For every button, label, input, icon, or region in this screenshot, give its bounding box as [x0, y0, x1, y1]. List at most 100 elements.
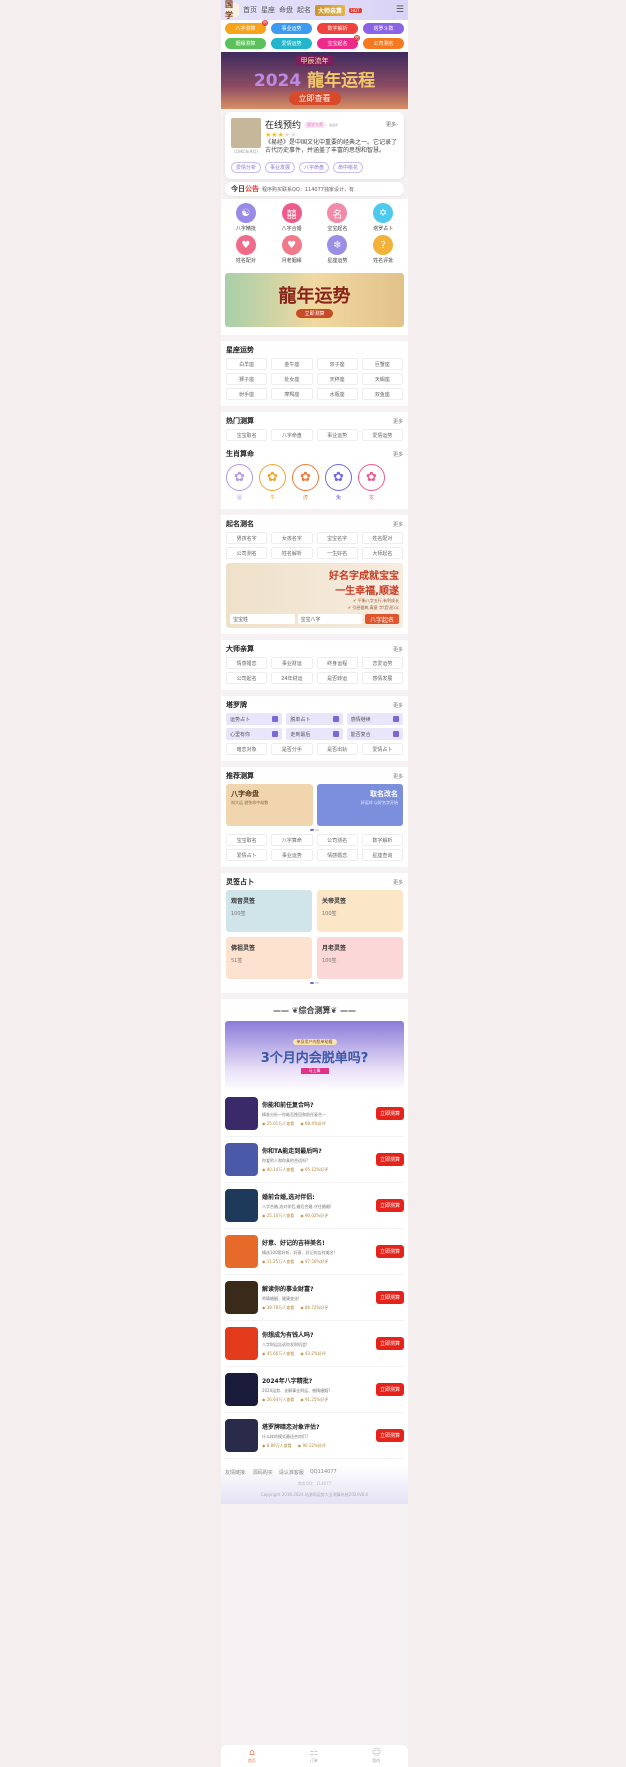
quick-pill[interactable]: 塔罗斗数 [363, 23, 404, 34]
chip-item[interactable]: 公司测名 [316, 834, 358, 846]
more-link[interactable]: 更多 [393, 451, 403, 458]
feature-item[interactable]: ♥ 姓名配对 [223, 235, 269, 264]
test-list-item[interactable]: 婚前合婚,选对伴侣: 八字合婚,选对伴侣,婚后合婚,守住婚姻! ◉ 25.10万人查… [225, 1183, 404, 1229]
tab-order[interactable]: ⚏ 订单 [310, 1748, 318, 1764]
nav-constellation[interactable]: 星座 [261, 5, 275, 15]
banner-button[interactable]: 马上算 [300, 1067, 329, 1074]
chip-item[interactable]: 女孩名字 [271, 532, 313, 544]
test-now-button[interactable]: 立即测算 [375, 1153, 404, 1166]
chip-item[interactable]: 大师起名 [361, 547, 403, 559]
quick-pill[interactable]: 事业运势 [271, 23, 312, 34]
nav-home[interactable]: 首页 [243, 5, 257, 15]
notice-bar[interactable]: 今日公告 程序购买联系QQ：114077独家设计，有 [225, 182, 404, 196]
feature-item[interactable]: ♥ 月老姻缘 [269, 235, 315, 264]
chip-item[interactable]: 事业财运 [271, 657, 313, 669]
feature-item[interactable]: 名宝宝起名 [315, 203, 361, 232]
chip-item[interactable]: 水瓶座 [316, 388, 358, 400]
chip-item[interactable]: 宝宝取名 [226, 834, 268, 846]
quick-pill[interactable]: 公司测名 [363, 38, 404, 49]
chip-item[interactable]: 能否复合 [346, 728, 403, 740]
test-list-item[interactable]: 解读你的事业财富? 师情婚姻、健康变化! ◉ 38.78万人查看 ◉ 86.72%好评… [225, 1275, 404, 1321]
test-now-button[interactable]: 立即测算 [375, 1429, 404, 1442]
chip-item[interactable]: 暗恋对象 [226, 743, 268, 755]
more-link[interactable]: 更多 [393, 702, 403, 709]
test-list-item[interactable]: 你想成为有钱人吗? 八字财运告诉你发财机会! ◉ 45.66万人查看 ◉ 93.2%好… [225, 1321, 404, 1367]
quick-pill[interactable]: 数字解析 [317, 23, 358, 34]
zodiac-item[interactable]: ✿ 鼠 [226, 464, 253, 501]
chip-item[interactable]: 天蝎座 [361, 373, 403, 385]
master-button[interactable]: 大师亲算 [315, 4, 346, 16]
chip-item[interactable]: 宝宝名字 [316, 532, 358, 544]
bazi-naming-button[interactable]: 八字起名 [365, 614, 400, 624]
chip-item[interactable]: 运势占卜 [226, 713, 283, 725]
more-link[interactable]: 更多 [393, 879, 403, 886]
chip-item[interactable]: 天秤座 [316, 373, 358, 385]
chip-item[interactable]: 感情发展 [361, 672, 403, 684]
more-link[interactable]: 更多 [393, 418, 403, 425]
chip-item[interactable]: 事业运势 [316, 429, 358, 441]
chip-item[interactable]: 脱单占卜 [286, 713, 343, 725]
surname-input[interactable]: 宝宝姓 [230, 614, 295, 624]
chip-item[interactable]: 是否分手 [271, 743, 313, 755]
chip-item[interactable]: 24年财运 [271, 672, 313, 684]
zodiac-item[interactable]: ✿ 虎 [292, 464, 319, 501]
more-link[interactable]: 更多 [393, 773, 403, 780]
test-now-button[interactable]: 立即测算 [375, 1291, 404, 1304]
quick-pill[interactable]: 八字测算热 [225, 20, 268, 34]
test-list-item[interactable]: 好意、好记的吉祥美名! 精选100套好听、好意、好记的吉祥美名! ◉ 11.25万人… [225, 1229, 404, 1275]
menu-icon[interactable]: ☰ [396, 5, 404, 15]
chip-item[interactable]: 心里有你 [226, 728, 283, 740]
feature-item[interactable]: ✡ 塔罗占卜 [360, 203, 406, 232]
quick-pill[interactable]: 宝宝起名热 [317, 35, 360, 49]
lingqian-card[interactable]: 观音灵签 100签 [226, 890, 312, 932]
zodiac-item[interactable]: ✿ 龙 [358, 464, 385, 501]
zodiac-item[interactable]: ✿ 兔 [325, 464, 352, 501]
footer-link[interactable]: QQ114077 [310, 1469, 337, 1476]
chip-item[interactable]: 巨蟹座 [361, 358, 403, 370]
dragon-year-banner[interactable]: 龍年运势 立即测算 [225, 273, 404, 327]
test-now-button[interactable]: 立即测算 [375, 1245, 404, 1258]
nav-naming[interactable]: 起名 [297, 5, 311, 15]
chip-item[interactable]: 公司起名 [226, 672, 268, 684]
chip-item[interactable]: 恋爱运势 [361, 657, 403, 669]
zodiac-item[interactable]: ✿ 牛 [259, 464, 286, 501]
chip-item[interactable]: 星座查询 [361, 849, 403, 861]
chip-item[interactable]: 金牛座 [271, 358, 313, 370]
test-list-item[interactable]: 你和TA能走到最后吗? 你爱的人和你真的合适吗? ◉ 40.14万人查看 ◉ 95.1… [225, 1137, 404, 1183]
lingqian-card[interactable]: 月老灵签 100签 [317, 937, 403, 979]
chip-item[interactable]: 爱情占卜 [361, 743, 403, 755]
test-now-button[interactable]: 立即测算 [375, 1199, 404, 1212]
skill-tag[interactable]: 爱情分析 [231, 162, 262, 173]
chip-item[interactable]: 姓名解析 [271, 547, 313, 559]
chip-item[interactable]: 双鱼座 [361, 388, 403, 400]
more-link[interactable]: 更多 [393, 646, 403, 653]
chip-item[interactable]: 情感婚恋 [226, 657, 268, 669]
chip-item[interactable]: 事业运势 [271, 849, 313, 861]
skill-tag[interactable]: 事业发展 [265, 162, 296, 173]
feature-item[interactable]: 囍八字合婚 [269, 203, 315, 232]
chip-item[interactable]: 情感婚恋 [316, 849, 358, 861]
recommend-card[interactable]: 取名改名 好运伴 以好名字开始 [316, 784, 403, 826]
skill-tag[interactable]: 八字命盘 [299, 162, 330, 173]
chip-item[interactable]: 射手座 [226, 388, 268, 400]
chip-item[interactable]: 姓名配对 [361, 532, 403, 544]
test-now-button[interactable]: 立即测算 [375, 1383, 404, 1396]
tab-profile[interactable]: ☺ 我的 [372, 1748, 381, 1764]
chip-item[interactable]: 公司测名 [226, 547, 268, 559]
chip-item[interactable]: 爱情占卜 [226, 849, 268, 861]
chip-item[interactable]: 八字命盘 [271, 429, 313, 441]
footer-link[interactable]: 请认准客服 [279, 1469, 304, 1476]
hero-banner[interactable]: 甲辰流年 2024 龍年运程 立即查看 [221, 52, 408, 109]
chip-item[interactable]: 爱情运势 [361, 429, 403, 441]
more-link[interactable]: 更多› [386, 121, 398, 128]
chip-item[interactable]: 是否转运 [316, 672, 358, 684]
test-list-item[interactable]: 你能和前任复合吗? 精准分析一你能否挽回和前任复合一 ◉ 25.01万人查看 ◉ 98… [225, 1091, 404, 1137]
bazi-input[interactable]: 宝宝八字 [297, 614, 362, 624]
test-now-button[interactable]: 立即测算 [375, 1337, 404, 1350]
site-logo[interactable]: 国学 [225, 0, 239, 20]
nav-chart[interactable]: 命盘 [279, 5, 293, 15]
composite-banner[interactable]: 单身用户的脱单秘籍 3个月内会脱单吗? 马上算 [225, 1021, 404, 1091]
feature-item[interactable]: ? 姓名评批 [360, 235, 406, 264]
chip-item[interactable]: 男孩名字 [226, 532, 268, 544]
tab-home[interactable]: ⌂ 首页 [248, 1748, 256, 1764]
